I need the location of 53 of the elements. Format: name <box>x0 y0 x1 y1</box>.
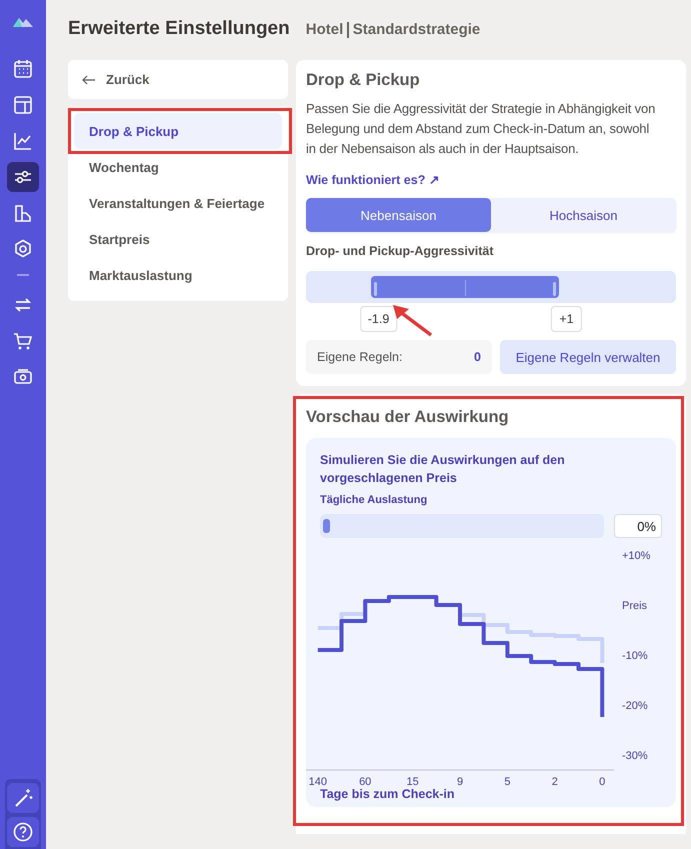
sliders-button[interactable] <box>7 162 39 192</box>
slider-handle[interactable] <box>553 282 556 296</box>
x-tick-label: 9 <box>456 776 464 786</box>
season-tab[interactable]: Hochsaison <box>491 198 676 232</box>
arrow-left-icon <box>82 74 96 84</box>
x-tick-label: 60 <box>359 776 372 786</box>
x-tick-label: 0 <box>599 776 606 786</box>
y-tick-label: -20% <box>622 700 648 712</box>
y-tick-label: +10% <box>622 550 650 562</box>
occupancy-slider[interactable] <box>320 514 604 538</box>
help-button[interactable] <box>7 817 39 847</box>
layout-icon <box>12 94 34 116</box>
page-title: Erweiterte Einstellungen <box>68 18 290 40</box>
nav-item[interactable]: Veranstaltungen & Feiertage <box>74 185 282 221</box>
y-tick-label: Preis <box>622 600 648 612</box>
strategy-name: Standardstrategie <box>352 21 480 38</box>
x-tick-label: 2 <box>552 776 558 786</box>
slider-thumb[interactable] <box>323 519 330 533</box>
simulation-title: Simulieren Sie die Auswirkungen auf den vorgeschlagenen Preis <box>320 452 566 487</box>
y-tick-label: -30% <box>622 750 648 762</box>
slider-label: Drop- und Pickup-Aggressivität <box>306 244 495 258</box>
calendar-icon <box>12 58 34 80</box>
handle-value: -1.9 <box>360 306 398 332</box>
slider-label: Tägliche Auslastung <box>320 494 428 506</box>
nav-item[interactable]: Marktauslastung <box>74 257 282 293</box>
line-chart-icon <box>12 130 34 152</box>
nav-item[interactable]: Wochentag <box>74 149 282 185</box>
panel-description: Passen Sie die Aggressivität der Strategie in Abhängigkeit von Belegung und dem Abstand zum Check-in-Datum an, sowohl in der Nebensaison als auch in der Hauptsaison. <box>306 100 656 158</box>
range-slider[interactable] <box>306 271 676 303</box>
occupancy-field[interactable]: 0% <box>614 514 662 538</box>
y-tick-label: -10% <box>622 650 648 662</box>
panel-title: Vorschau der Auswirkung <box>306 408 510 427</box>
nav-item[interactable]: Startpreis <box>74 221 282 257</box>
slider-handle[interactable] <box>374 282 378 296</box>
property-name: Hotel <box>306 21 344 38</box>
cart-icon <box>12 330 34 352</box>
nav-item[interactable]: Drop & Pickup <box>74 113 282 149</box>
help-icon <box>12 821 34 843</box>
handle-value: +1 <box>551 306 582 332</box>
magic-wand-button[interactable] <box>7 783 39 813</box>
season-tab[interactable]: Nebensaison <box>306 198 491 232</box>
rules-label: Eigene Regeln: <box>317 350 402 364</box>
x-axis-title: Tage bis zum Check-in <box>320 787 456 801</box>
back-button[interactable]: Zurück <box>68 60 288 99</box>
x-tick-label: 140 <box>308 776 327 786</box>
building-icon <box>12 202 34 224</box>
panel-title: Drop & Pickup <box>306 71 421 90</box>
x-tick-label: 5 <box>504 776 510 786</box>
gear-icon <box>12 238 34 260</box>
manage-rules-button[interactable]: Eigene Regeln verwalten <box>500 340 676 374</box>
x-tick-label: 15 <box>406 776 419 786</box>
rules-count: 0 <box>474 350 481 364</box>
help-link[interactable]: Wie funktioniert es? ↗ <box>306 172 440 187</box>
